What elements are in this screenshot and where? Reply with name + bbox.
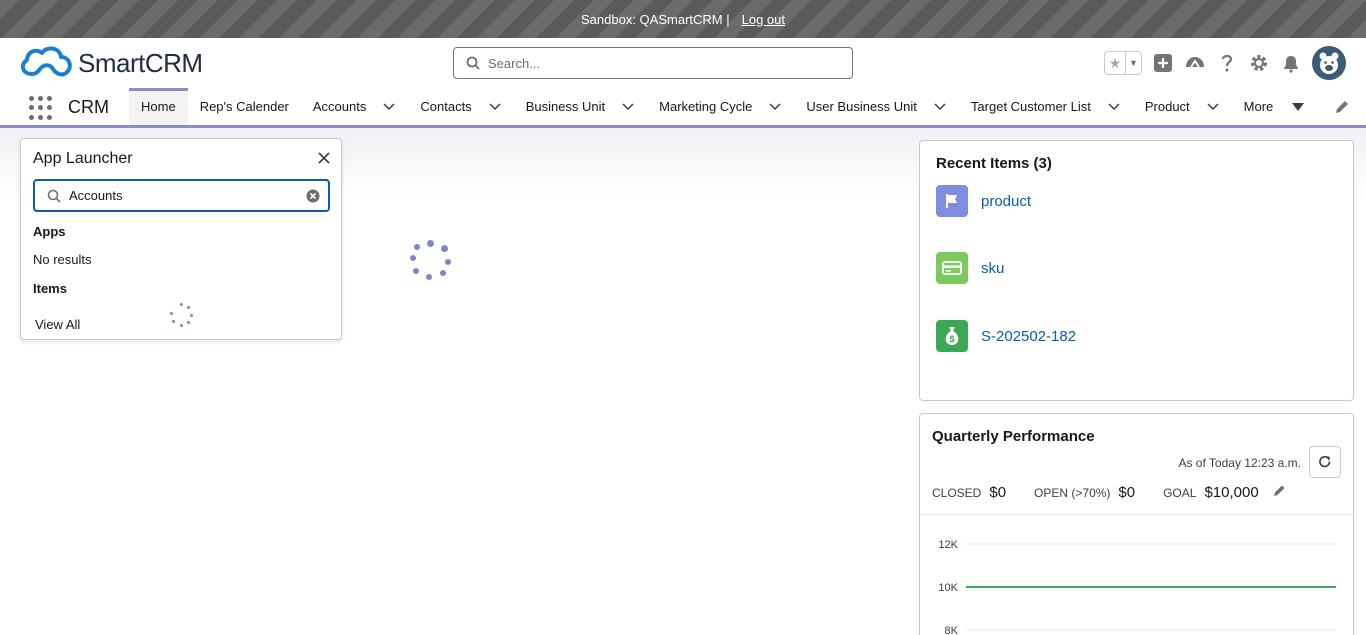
help-icon[interactable]	[1216, 52, 1238, 74]
nav-tab-label: Business Unit	[525, 99, 606, 114]
quarterly-performance-card: Quarterly Performance As of Today 12:23 …	[919, 413, 1354, 635]
money-bag-icon: $	[936, 320, 968, 352]
y-tick-label: 12K	[938, 539, 958, 551]
global-search[interactable]	[453, 47, 853, 79]
star-icon[interactable]: ★	[1105, 52, 1125, 74]
view-all-link[interactable]: View All	[35, 317, 80, 332]
nav-tab[interactable]: Contacts	[408, 88, 513, 125]
nav-tab[interactable]: Rep's Calender	[188, 88, 301, 125]
favorites-dropdown-icon[interactable]: ▼	[1125, 52, 1141, 74]
nav-tab-label: Rep's Calender	[199, 99, 289, 114]
add-icon[interactable]	[1152, 52, 1174, 74]
recent-item-link[interactable]: product	[981, 193, 1031, 210]
nav-tab[interactable]: Home	[129, 88, 188, 125]
apps-heading: Apps	[33, 224, 66, 239]
chevron-down-icon[interactable]	[1291, 100, 1305, 114]
user-avatar[interactable]	[1312, 46, 1346, 80]
nav-tab[interactable]: Marketing Cycle	[647, 88, 794, 125]
cloud-logo-icon	[20, 46, 72, 77]
closed-label: CLOSED	[932, 486, 982, 500]
app-name: CRM	[68, 97, 109, 117]
app-launcher-search-input[interactable]	[69, 188, 299, 203]
performance-metrics: CLOSED $0 OPEN (>70%) $0 GOAL $10,000	[932, 483, 1287, 501]
recent-items-card: Recent Items (3) product sku $ S-202502-…	[919, 140, 1354, 401]
notifications-bell-icon[interactable]	[1280, 52, 1302, 74]
open-label: OPEN (>70%)	[1034, 486, 1111, 500]
nav-tab[interactable]: Product	[1133, 88, 1232, 125]
close-icon[interactable]	[317, 151, 331, 165]
search-icon	[47, 189, 61, 203]
sandbox-label: Sandbox: QASmartCRM |	[581, 11, 730, 27]
chevron-down-icon[interactable]	[1107, 100, 1121, 114]
global-search-input[interactable]	[488, 55, 828, 71]
nav-tab[interactable]: Business Unit	[514, 88, 647, 125]
trailhead-icon[interactable]	[1184, 52, 1206, 74]
quarterly-performance-title: Quarterly Performance	[932, 428, 1095, 445]
nav-tab-label: Marketing Cycle	[659, 99, 753, 114]
search-icon	[466, 56, 480, 70]
header-icons: ★ ▼	[1104, 46, 1346, 80]
nav-tab-label: Target Customer List	[970, 99, 1091, 114]
card-icon	[936, 252, 968, 284]
nav-tab-label: Home	[141, 99, 176, 114]
flag-icon	[936, 185, 968, 217]
recent-item: $ S-202502-182	[936, 320, 1076, 352]
global-header: SmartCRM ★ ▼	[0, 38, 1366, 88]
chevron-down-icon[interactable]	[488, 100, 502, 114]
items-heading: Items	[33, 281, 67, 296]
chevron-down-icon[interactable]	[621, 100, 635, 114]
app-launcher-popover: App Launcher Apps No results Items View …	[20, 138, 342, 340]
app-launcher-title: App Launcher	[33, 150, 133, 167]
logo: SmartCRM	[18, 44, 203, 82]
recent-item: product	[936, 185, 1031, 217]
items-loading-spinner	[170, 303, 194, 327]
quarterly-performance-chart: 12K 10K 8K	[938, 539, 1336, 635]
nav-tab-label: User Business Unit	[806, 99, 917, 114]
nav-tab[interactable]: User Business Unit	[794, 88, 959, 125]
app-launcher-search[interactable]	[33, 179, 330, 212]
recent-item: sku	[936, 252, 1004, 284]
refresh-icon	[1319, 456, 1331, 468]
nav-tab-label: Accounts	[312, 99, 367, 114]
goal-label: GOAL	[1163, 486, 1197, 500]
as-of-timestamp: As of Today 12:23 a.m.	[1178, 456, 1301, 470]
recent-items-title: Recent Items (3)	[936, 155, 1052, 172]
page-loading-spinner	[410, 240, 452, 282]
edit-goal-pencil-icon[interactable]	[1273, 483, 1287, 497]
app-launcher-icon[interactable]	[28, 96, 52, 120]
y-tick-label: 10K	[938, 582, 958, 594]
chevron-down-icon[interactable]	[933, 100, 947, 114]
nav-tab[interactable]: More	[1232, 88, 1318, 125]
apps-no-results: No results	[33, 252, 92, 267]
edit-nav-pencil-icon[interactable]	[1334, 99, 1350, 115]
nav-tab-label: More	[1243, 99, 1274, 114]
recent-item-link[interactable]: sku	[981, 260, 1004, 277]
nav-items: Home Rep's Calender Accounts Contacts Busine…	[129, 88, 1317, 125]
nav-tab[interactable]: Target Customer List	[959, 88, 1133, 125]
chevron-down-icon[interactable]	[768, 100, 782, 114]
nav-tab-label: Contacts	[420, 99, 472, 114]
favorites-group[interactable]: ★ ▼	[1104, 51, 1142, 75]
logo-text: SmartCRM	[78, 47, 203, 78]
svg-text:$: $	[949, 334, 954, 344]
nav-tab[interactable]: Accounts	[301, 88, 408, 125]
goal-value: $10,000	[1204, 484, 1259, 501]
logout-link[interactable]: Log out	[742, 12, 785, 27]
open-value: $0	[1118, 484, 1136, 501]
chevron-down-icon[interactable]	[1206, 100, 1220, 114]
app-navigation: CRM Home Rep's Calender Accounts Contacts Bu…	[0, 88, 1366, 128]
y-tick-label: 8K	[945, 625, 959, 635]
clear-search-icon[interactable]	[306, 189, 320, 203]
divider	[920, 514, 1353, 515]
refresh-button[interactable]	[1309, 446, 1341, 478]
gear-icon[interactable]	[1248, 52, 1270, 74]
chevron-down-icon[interactable]	[382, 100, 396, 114]
sandbox-banner: Sandbox: QASmartCRM | Log out	[0, 0, 1366, 38]
recent-item-link[interactable]: S-202502-182	[981, 328, 1076, 345]
closed-value: $0	[989, 484, 1007, 501]
nav-tab-label: Product	[1144, 99, 1190, 114]
